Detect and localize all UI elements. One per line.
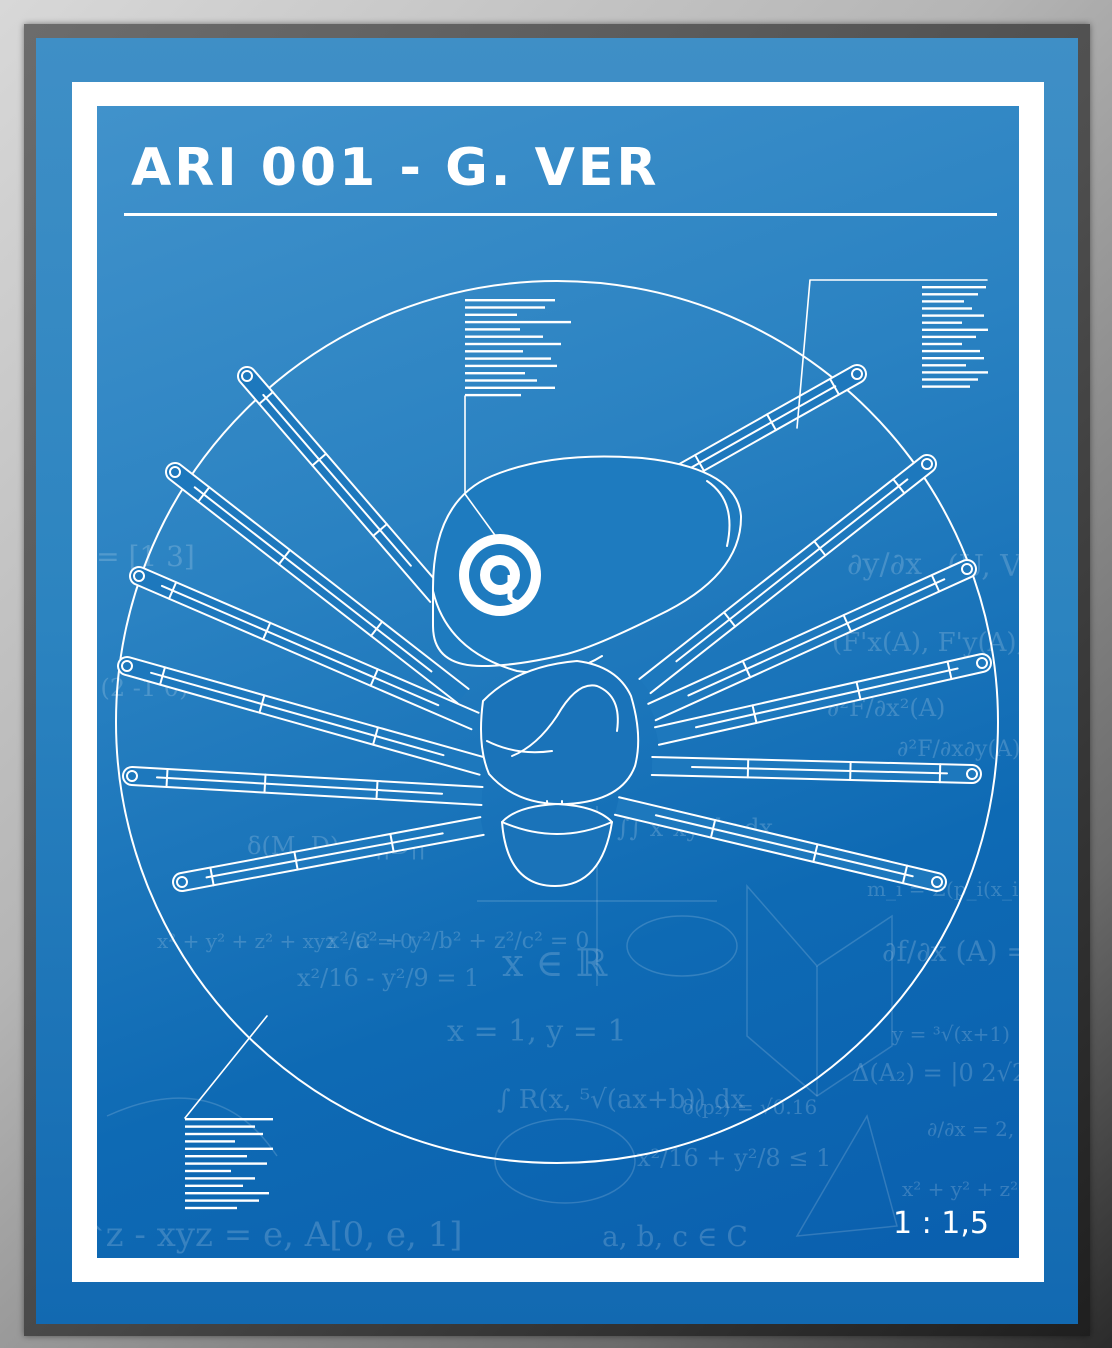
leader-line-bottom: [184, 1015, 268, 1119]
spider-leg: [237, 366, 445, 603]
spider-leg: [650, 756, 982, 784]
annotation-bottom: [185, 1118, 273, 1210]
annotation-top: [465, 299, 571, 397]
spider-leg: [613, 796, 947, 892]
spider-leg: [122, 766, 484, 806]
spider-abdomen: [501, 803, 613, 887]
spider-blueprint-drawing: [115, 279, 999, 1210]
spider-body: [480, 660, 640, 806]
spider-leg: [654, 653, 992, 746]
annotation-right: [922, 286, 988, 388]
scale-label: 1 : 1,5: [893, 1206, 989, 1241]
blueprint-poster: A = [1 3] δ(M, D) = ||D|| ∂y/∂x (U, V) (…: [97, 106, 1019, 1258]
spider-leg: [172, 816, 485, 892]
at-sign-logo-icon: [459, 534, 541, 616]
